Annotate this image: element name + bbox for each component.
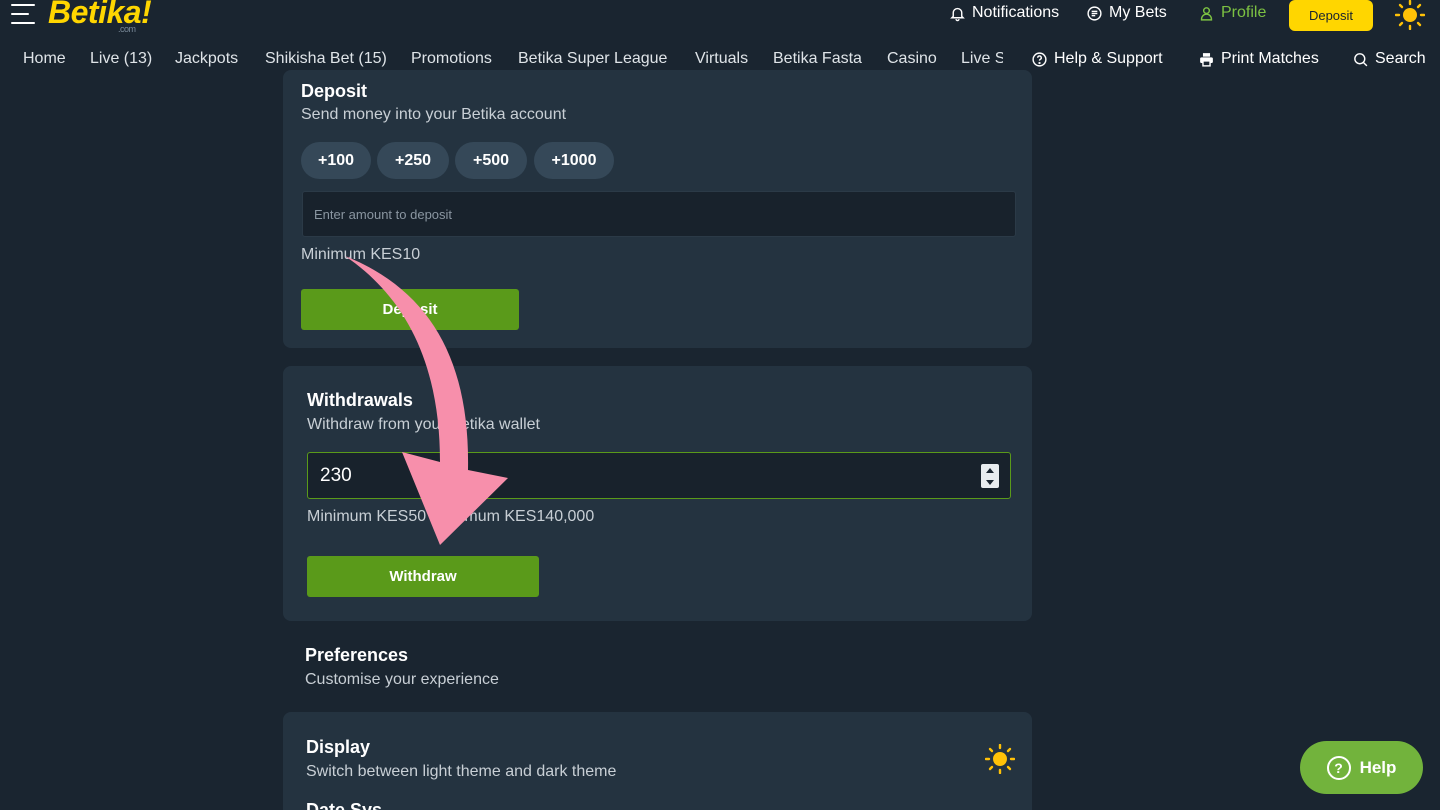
display-sun-icon[interactable] [985, 744, 1015, 774]
nav-casino[interactable]: Casino [887, 50, 937, 68]
deposit-minimum: Minimum KES10 [301, 246, 421, 263]
profile-link[interactable]: Profile [1198, 4, 1266, 22]
theme-sun-icon[interactable] [1395, 0, 1425, 30]
user-icon [1200, 6, 1213, 21]
help-circle-icon [1032, 51, 1047, 67]
nav-live-score[interactable]: Live S [961, 50, 1003, 68]
amount-stepper[interactable] [981, 464, 999, 488]
deposit-button[interactable]: Deposit [301, 289, 519, 330]
print-matches-label: Print Matches [1221, 50, 1319, 67]
nav-search[interactable]: Search [1352, 50, 1426, 68]
menu-icon[interactable] [11, 4, 35, 26]
logo-text: Betika! [48, 0, 152, 30]
nav-betika-fasta[interactable]: Betika Fasta [773, 50, 862, 68]
display-card [283, 712, 1032, 810]
notifications-link[interactable]: Notifications [949, 4, 1059, 22]
quick-amount-100[interactable]: +100 [301, 142, 371, 179]
deposit-title: Deposit [301, 81, 368, 101]
nav-home[interactable]: Home [23, 50, 66, 68]
logo-suffix: .com [118, 24, 136, 34]
withdraw-amount-value: 230 [320, 464, 352, 486]
display-title: Display [306, 737, 371, 757]
nav-help-support[interactable]: Help & Support [1031, 50, 1163, 68]
withdrawals-title: Withdrawals [307, 390, 413, 410]
nav-jackpots[interactable]: Jackpots [175, 50, 238, 68]
profile-label: Profile [1221, 4, 1267, 21]
bets-list-icon [1087, 5, 1102, 21]
withdraw-limits: Minimum KES50 Maximum KES140,000 [307, 508, 595, 525]
deposit-subtitle: Send money into your Betika account [301, 106, 567, 123]
date-system-title: Date Sys [306, 800, 383, 810]
nav-shikisha-bet[interactable]: Shikisha Bet (15) [265, 50, 387, 68]
nav-print-matches[interactable]: Print Matches [1198, 50, 1319, 68]
deposit-amount-input[interactable]: Enter amount to deposit [302, 191, 1016, 237]
nav-virtuals[interactable]: Virtuals [695, 50, 748, 68]
preferences-subtitle: Customise your experience [305, 671, 499, 688]
betika-logo[interactable]: Betika! .com [48, 0, 152, 34]
help-support-label: Help & Support [1054, 50, 1163, 67]
search-icon [1354, 52, 1368, 66]
my-bets-label: My Bets [1109, 4, 1167, 21]
preferences-title: Preferences [305, 645, 409, 665]
printer-icon [1200, 52, 1213, 67]
help-fab-button[interactable]: ? Help [1300, 741, 1423, 794]
help-fab-label: Help [1359, 757, 1397, 777]
nav-live[interactable]: Live (13) [90, 50, 152, 68]
withdrawals-subtitle: Withdraw from your Betika wallet [307, 416, 540, 433]
stepper-up-icon[interactable] [986, 467, 994, 473]
notifications-label: Notifications [972, 4, 1060, 21]
nav-promotions[interactable]: Promotions [411, 50, 492, 68]
nav-betika-super-league[interactable]: Betika Super League [518, 50, 667, 68]
header-deposit-button[interactable]: Deposit [1289, 0, 1373, 31]
search-label: Search [1375, 50, 1426, 67]
bell-icon [950, 7, 965, 21]
display-subtitle: Switch between light theme and dark them… [306, 763, 617, 780]
withdraw-amount-input[interactable]: 230 [307, 452, 1011, 499]
quick-amount-250[interactable]: +250 [377, 142, 449, 179]
withdraw-button[interactable]: Withdraw [307, 556, 539, 597]
quick-amount-500[interactable]: +500 [455, 142, 527, 179]
quick-amount-1000[interactable]: +1000 [534, 142, 614, 179]
help-question-icon: ? [1326, 755, 1351, 780]
my-bets-link[interactable]: My Bets [1086, 4, 1167, 22]
stepper-down-icon[interactable] [986, 479, 994, 485]
